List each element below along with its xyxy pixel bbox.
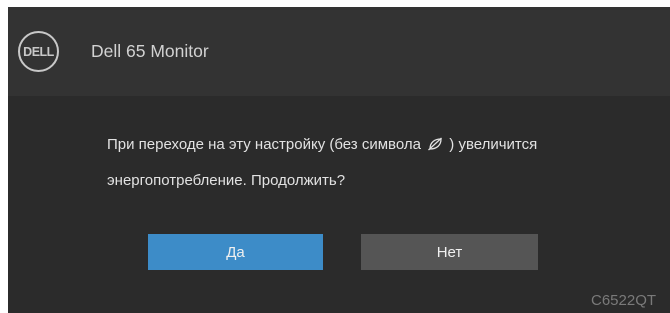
message-line-2: энергопотребление. Продолжить?: [107, 172, 346, 189]
dialog-header: DELL Dell 65 Monitor: [8, 7, 670, 96]
logo-text: DELL: [23, 44, 54, 59]
message-text-after-symbol: ) увеличится: [449, 136, 538, 153]
energy-saving-icon: [427, 130, 443, 164]
no-button-label: Нет: [436, 243, 463, 261]
message-text-before-symbol: При переходе на эту настройку (без симво…: [107, 136, 421, 153]
yes-button-label: Да: [226, 243, 245, 261]
dell-logo: DELL: [18, 31, 59, 72]
no-button[interactable]: Нет: [361, 234, 538, 270]
confirmation-dialog: DELL Dell 65 Monitor При переходе на эту…: [8, 7, 670, 313]
model-code: C6522QT: [591, 292, 657, 309]
message-line-1: При переходе на эту настройку (без симво…: [107, 128, 647, 164]
monitor-title: Dell 65 Monitor: [91, 41, 209, 61]
yes-button[interactable]: Да: [148, 234, 323, 270]
warning-message: При переходе на эту настройку (без симво…: [107, 128, 647, 198]
